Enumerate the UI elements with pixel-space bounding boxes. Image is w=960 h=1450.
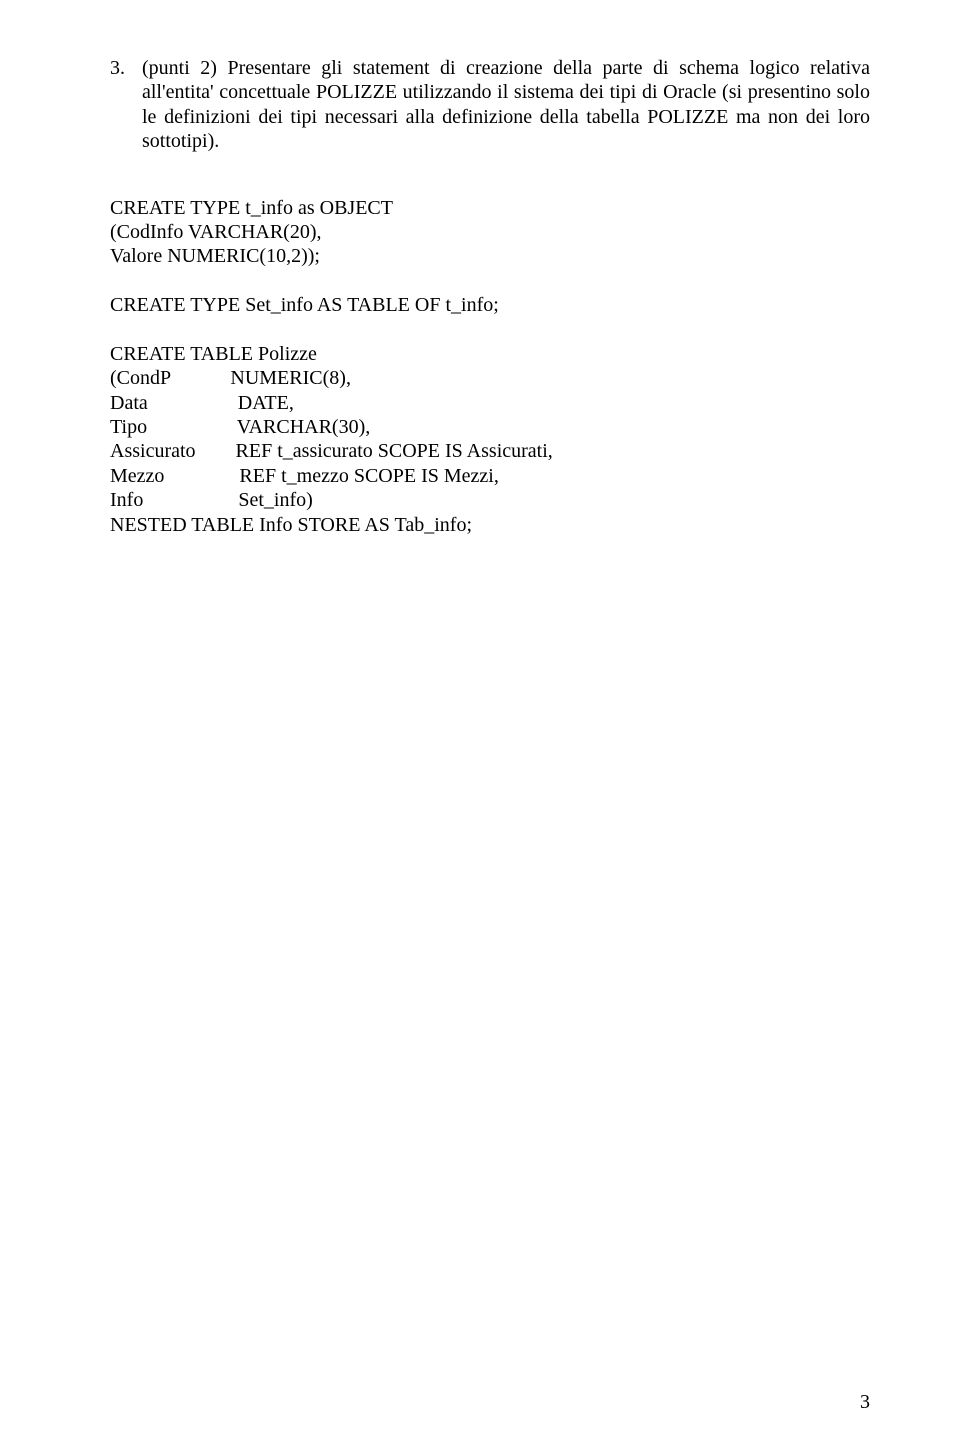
code-col2: VARCHAR(30),: [237, 416, 371, 438]
code-col2: REF t_mezzo SCOPE IS Mezzi,: [239, 465, 498, 487]
code-col1: Assicurato: [110, 440, 196, 462]
question-text: (punti 2) Presentare gli statement di cr…: [142, 56, 870, 154]
question-block: 3. (punti 2) Presentare gli statement di…: [110, 56, 870, 154]
code-line: CREATE TYPE Set_info AS TABLE OF t_info;: [110, 294, 499, 316]
code-line: CREATE TYPE t_info as OBJECT: [110, 197, 393, 219]
code-col1: Data: [110, 392, 148, 414]
code-line: (CodInfo VARCHAR(20),: [110, 221, 322, 243]
answer-block: CREATE TYPE t_info as OBJECT (CodInfo VA…: [110, 196, 870, 537]
code-line: Valore NUMERIC(10,2));: [110, 245, 320, 267]
code-col2: NUMERIC(8),: [230, 367, 351, 389]
code-line: NESTED TABLE Info STORE AS Tab_info;: [110, 514, 472, 536]
page: 3. (punti 2) Presentare gli statement di…: [0, 0, 960, 1450]
page-number: 3: [860, 1391, 870, 1414]
code-col1: Info: [110, 489, 143, 511]
code-col1: Mezzo: [110, 465, 164, 487]
code-line: CREATE TABLE Polizze: [110, 343, 317, 365]
question-number: 3.: [110, 56, 142, 80]
code-col1: (CondP: [110, 367, 170, 389]
code-col2: REF t_assicurato SCOPE IS Assicurati,: [236, 440, 553, 462]
code-col2: Set_info): [238, 489, 312, 511]
code-col2: DATE,: [238, 392, 294, 414]
code-col1: Tipo: [110, 416, 147, 438]
